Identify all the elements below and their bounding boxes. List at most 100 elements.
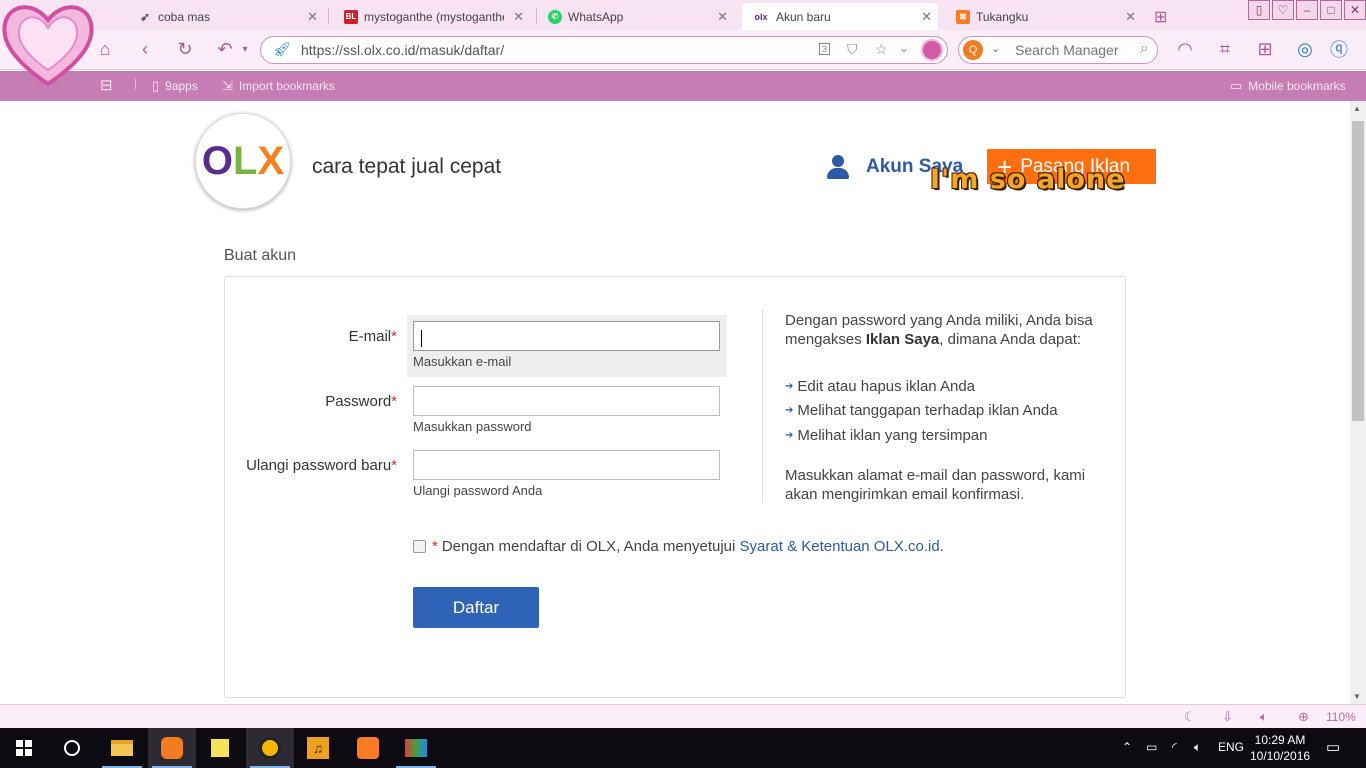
required-mark: * bbox=[391, 457, 397, 474]
rocket-icon[interactable]: 🚀︎ bbox=[273, 41, 291, 58]
scroll-down-icon[interactable]: ▼ bbox=[1353, 692, 1361, 701]
terms-suffix: . bbox=[939, 538, 944, 555]
shield-icon[interactable]: ⛉ bbox=[847, 41, 858, 58]
info-line: Dengan password yang Anda miliki, Anda b… bbox=[785, 312, 1093, 329]
info-text: mengakses bbox=[785, 331, 862, 348]
search-icon[interactable]: ⌕ bbox=[1140, 40, 1149, 58]
scroll-thumb[interactable] bbox=[1352, 121, 1364, 421]
tab-separator bbox=[328, 8, 329, 24]
repeat-password-field[interactable] bbox=[413, 450, 720, 480]
cortana-button[interactable] bbox=[48, 728, 96, 768]
skin-icon[interactable]: ♡ bbox=[1272, 0, 1294, 20]
tab-title: Akun baru bbox=[776, 9, 831, 24]
close-icon[interactable]: ✕ bbox=[921, 9, 932, 25]
daftar-button[interactable]: Daftar bbox=[413, 587, 539, 628]
text-caret bbox=[421, 330, 422, 347]
taskbar-app-yellow[interactable] bbox=[246, 728, 294, 768]
battery-icon[interactable]: ▭ bbox=[1146, 740, 1157, 754]
logo-letter: L bbox=[233, 138, 258, 183]
search-circle-icon[interactable]: ⓠ bbox=[1328, 38, 1350, 60]
download-icon[interactable]: ⇩ bbox=[1222, 709, 1233, 725]
notification-icon[interactable]: ▭ bbox=[1326, 738, 1340, 756]
terms-link[interactable]: Syarat & Ketentuan OLX.co.id bbox=[740, 538, 940, 555]
apps-icon[interactable]: ⊞ bbox=[1254, 38, 1276, 60]
screenshot-icon[interactable]: ⌗ bbox=[1214, 38, 1236, 60]
whatsapp-icon: ✆ bbox=[548, 9, 562, 24]
sync-icon[interactable]: ◎ bbox=[1294, 38, 1316, 60]
system-clock[interactable]: 10:29 AM 10/10/2016 bbox=[1250, 732, 1310, 764]
close-icon[interactable]: ✕ bbox=[513, 9, 524, 25]
info-line: mengakses Iklan Saya, dimana Anda dapat: bbox=[785, 330, 1093, 349]
taskbar-file-explorer[interactable] bbox=[98, 728, 146, 768]
zoom-level[interactable]: 110% bbox=[1326, 710, 1356, 724]
olx-icon: olx bbox=[754, 11, 768, 22]
register-card: E-mail* Masukkan e-mail Password* Masukk… bbox=[224, 276, 1126, 698]
clock-date: 10/10/2016 bbox=[1250, 749, 1311, 763]
taskbar-sticky-notes[interactable] bbox=[196, 728, 244, 768]
wifi-icon[interactable]: ◠ bbox=[1174, 38, 1196, 60]
clock-time: 10:29 AM bbox=[1254, 733, 1306, 747]
new-tab-button[interactable]: ⊞ bbox=[1154, 3, 1176, 30]
book-icon[interactable]: ⊟ bbox=[100, 76, 113, 94]
network-icon[interactable]: ◜ bbox=[1172, 740, 1177, 754]
swirl-icon[interactable] bbox=[921, 39, 943, 61]
email-field[interactable] bbox=[413, 321, 720, 351]
repeat-password-label: Ulangi password baru* bbox=[246, 457, 397, 474]
volume-icon[interactable]: 🔈︎ bbox=[1194, 740, 1201, 755]
undo-icon[interactable]: ↶ bbox=[214, 38, 236, 60]
close-icon[interactable]: ✕ bbox=[307, 9, 318, 25]
back-icon[interactable]: ‹ bbox=[134, 38, 156, 60]
required-mark: * bbox=[432, 538, 438, 555]
page-scrollbar[interactable]: ▲ ▼ bbox=[1350, 101, 1366, 704]
tab-tukangku[interactable]: ⊠ Tukangku ✕ bbox=[956, 3, 1142, 30]
scroll-up-icon[interactable]: ▲ bbox=[1353, 104, 1361, 113]
bullet-text: Melihat tanggapan terhadap iklan Anda bbox=[797, 402, 1058, 419]
language-indicator[interactable]: ENG bbox=[1218, 740, 1244, 754]
logo-letter: O bbox=[201, 138, 233, 183]
maximize-button[interactable]: □ bbox=[1320, 0, 1342, 20]
chevron-down-icon[interactable]: ⌄ bbox=[991, 42, 1000, 55]
minimize-button[interactable]: – bbox=[1296, 0, 1318, 20]
bookmark-import[interactable]: ⇲ Import bookmarks bbox=[222, 78, 335, 94]
star-icon[interactable]: ☆ bbox=[875, 41, 888, 58]
search-engine-icon[interactable]: Q bbox=[963, 40, 983, 60]
tab-coba-mas[interactable]: ➶ coba mas ✕ bbox=[138, 3, 324, 30]
terms-checkbox[interactable] bbox=[413, 540, 426, 553]
info-intro: Dengan password yang Anda miliki, Anda b… bbox=[785, 311, 1093, 349]
sidebar-toggle-icon[interactable]: ▯ bbox=[1248, 0, 1270, 20]
bookmark-9apps[interactable]: ▯ 9apps bbox=[152, 78, 198, 94]
tab-whatsapp[interactable]: ✆ WhatsApp ✕ bbox=[548, 3, 734, 30]
sound-icon[interactable]: 🔈︎ bbox=[1260, 709, 1268, 725]
home-icon[interactable]: ⌂ bbox=[94, 38, 116, 60]
chevron-up-icon[interactable]: ⌃ bbox=[1122, 740, 1132, 754]
start-button[interactable] bbox=[0, 728, 48, 768]
chevron-down-icon[interactable]: ⌄ bbox=[899, 41, 909, 55]
search-input[interactable] bbox=[1015, 42, 1125, 58]
olx-logo[interactable]: OLX bbox=[195, 113, 291, 209]
chevron-down-icon[interactable]: ▾ bbox=[234, 38, 256, 60]
bullet-text: Edit atau hapus iklan Anda bbox=[797, 378, 976, 395]
music-icon: ♫ bbox=[307, 737, 329, 759]
address-bar[interactable]: 🚀︎ 3 ⛉ ☆ ⌄ bbox=[260, 36, 948, 64]
password-field[interactable] bbox=[413, 386, 720, 416]
tab-akun-baru[interactable]: olx Akun baru ✕ bbox=[742, 3, 938, 30]
tab-mystoganthe[interactable]: BL mystoganthe (mystoganthe) ✕ bbox=[344, 3, 530, 30]
close-window-button[interactable]: ✕ bbox=[1344, 0, 1366, 20]
page-title: Buat akun bbox=[224, 247, 297, 264]
reload-icon[interactable]: ↻ bbox=[174, 38, 196, 60]
bird-icon: ➶ bbox=[139, 9, 151, 24]
tab-count-badge[interactable]: 3 bbox=[819, 43, 831, 55]
close-icon[interactable]: ✕ bbox=[1125, 9, 1136, 25]
zoom-icon[interactable]: ⊕ bbox=[1298, 709, 1309, 725]
taskbar-uc-browser[interactable] bbox=[148, 728, 196, 768]
taskbar-app-multicolor[interactable] bbox=[392, 728, 440, 768]
search-box[interactable]: Q ⌄ ⌕ bbox=[958, 36, 1158, 64]
windows-icon bbox=[16, 740, 32, 756]
night-mode-icon[interactable]: ☾ bbox=[1184, 709, 1196, 725]
taskbar-music[interactable]: ♫ bbox=[294, 728, 342, 768]
taskbar-xampp[interactable] bbox=[344, 728, 392, 768]
close-icon[interactable]: ✕ bbox=[717, 9, 728, 25]
tab-title: mystoganthe (mystoganthe) bbox=[364, 9, 504, 24]
mobile-bookmarks[interactable]: ▭ Mobile bookmarks bbox=[1230, 78, 1346, 94]
url-input[interactable] bbox=[301, 41, 801, 59]
